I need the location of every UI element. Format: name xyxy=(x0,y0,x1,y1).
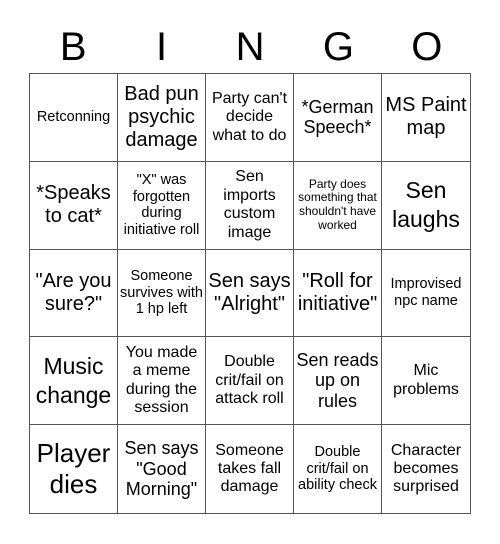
header-letter-g: G xyxy=(322,25,354,69)
bingo-cell[interactable]: Sen says "Good Morning" xyxy=(118,425,206,513)
bingo-cell[interactable]: Double crit/fail on attack roll xyxy=(206,337,294,426)
bingo-cell[interactable]: "Roll for initiative" xyxy=(294,249,382,338)
bingo-cell[interactable]: Sen laughs xyxy=(382,162,470,250)
header-letter-o: O xyxy=(411,25,443,69)
bingo-cell[interactable]: Player dies xyxy=(30,425,118,513)
header-letter-i: I xyxy=(156,25,168,69)
bingo-cell[interactable]: Sen says "Alright" xyxy=(206,249,294,338)
bingo-cell[interactable]: Character becomes surprised xyxy=(382,425,470,513)
bingo-grid: Retconning Bad pun psychic damage Party … xyxy=(29,73,471,514)
bingo-cell[interactable]: Mic problems xyxy=(382,337,470,426)
bingo-cell[interactable]: *Speaks to cat* xyxy=(30,161,118,250)
bingo-cell[interactable]: Someone survives with 1 hp left xyxy=(118,249,206,338)
bingo-cell[interactable]: "Are you sure?" xyxy=(30,249,118,338)
header-letter-n: N xyxy=(235,25,265,69)
bingo-cell[interactable]: Party can't decide what to do xyxy=(206,74,294,162)
bingo-cell[interactable]: Sen imports custom image xyxy=(206,161,294,250)
bingo-cell[interactable]: Someone takes fall damage xyxy=(206,425,294,513)
bingo-cell[interactable]: Improvised npc name xyxy=(382,250,470,338)
bingo-cell[interactable]: You made a meme during the session xyxy=(118,337,206,426)
bingo-cell[interactable]: "X" was forgotten during initiative roll xyxy=(118,161,206,250)
bingo-cell[interactable]: Sen reads up on rules xyxy=(294,337,382,426)
bingo-header: B I N G O xyxy=(29,22,471,72)
bingo-cell[interactable]: *German Speech* xyxy=(294,74,382,162)
header-letter-b: B xyxy=(59,25,87,69)
bingo-cell[interactable]: Music change xyxy=(30,337,118,426)
bingo-cell[interactable]: MS Paint map xyxy=(382,74,470,162)
bingo-cell[interactable]: Retconning xyxy=(30,74,118,162)
bingo-cell[interactable]: Bad pun psychic damage xyxy=(118,74,206,162)
bingo-cell[interactable]: Party does something that shouldn't have… xyxy=(294,161,382,250)
bingo-cell[interactable]: Double crit/fail on ability check xyxy=(294,425,382,513)
